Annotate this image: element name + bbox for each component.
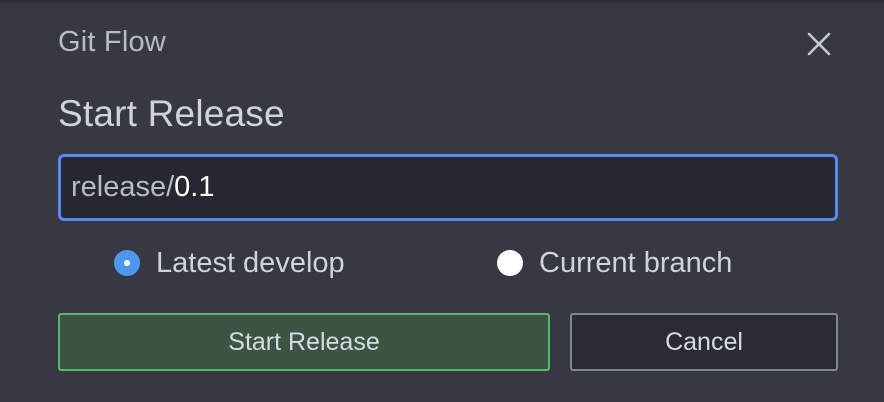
branch-name-input[interactable]: release/0.1 bbox=[58, 154, 838, 221]
top-shadow bbox=[0, 0, 884, 6]
branch-version[interactable]: 0.1 bbox=[174, 171, 214, 204]
close-button[interactable] bbox=[802, 27, 836, 61]
radio-current-branch[interactable]: Current branch bbox=[497, 247, 732, 279]
start-release-button[interactable]: Start Release bbox=[58, 313, 550, 371]
radio-unchecked-icon[interactable] bbox=[497, 250, 523, 276]
cancel-button[interactable]: Cancel bbox=[570, 313, 838, 371]
radio-checked-icon[interactable] bbox=[114, 250, 140, 276]
git-flow-dialog: Git Flow Start Release release/0.1 Lates… bbox=[0, 0, 884, 402]
radio-label-latest-develop: Latest develop bbox=[156, 246, 345, 279]
radio-label-current-branch: Current branch bbox=[539, 246, 733, 279]
close-icon bbox=[807, 32, 831, 56]
radio-latest-develop[interactable]: Latest develop bbox=[114, 247, 345, 279]
branch-prefix: release/ bbox=[71, 171, 175, 203]
section-heading: Start Release bbox=[58, 93, 285, 134]
dialog-title: Git Flow bbox=[58, 26, 166, 58]
